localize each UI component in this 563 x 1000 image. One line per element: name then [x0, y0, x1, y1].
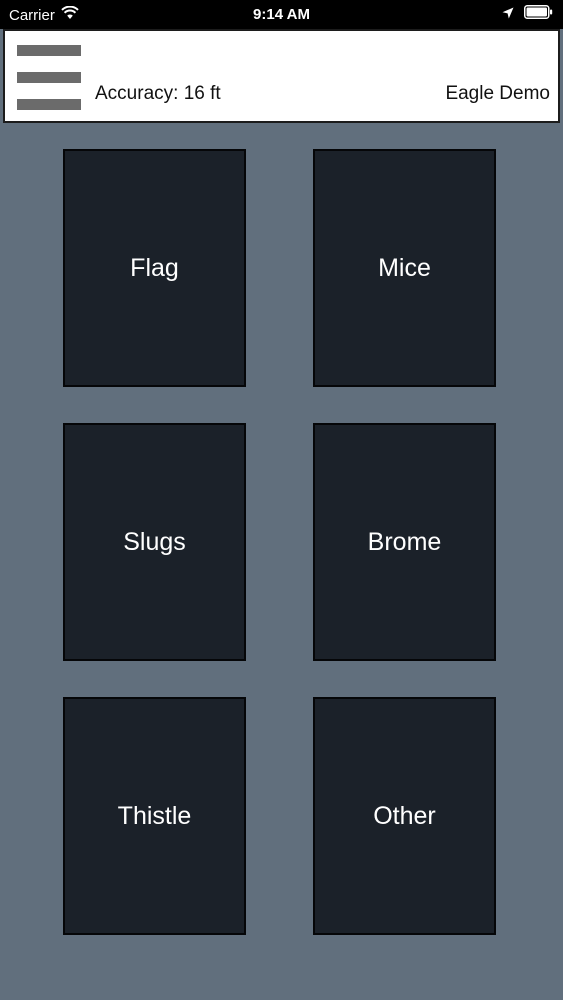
menu-bar-line	[17, 72, 81, 83]
status-time: 9:14 AM	[253, 6, 310, 23]
tile-slugs[interactable]: Slugs	[63, 423, 246, 661]
tile-label: Flag	[130, 253, 179, 282]
tile-thistle[interactable]: Thistle	[63, 697, 246, 935]
status-bar: Carrier 9:14 AM	[0, 0, 563, 29]
status-right-group	[502, 5, 553, 23]
tile-label: Brome	[367, 527, 442, 556]
tile-label: Other	[373, 801, 436, 830]
location-arrow-icon	[502, 6, 514, 23]
header-bar: Accuracy: 16 ft Eagle Demo	[3, 29, 560, 123]
tile-label: Slugs	[123, 527, 186, 556]
tile-mice[interactable]: Mice	[313, 149, 496, 387]
hamburger-menu-icon[interactable]	[17, 43, 83, 111]
accuracy-label: Accuracy: 16 ft	[95, 83, 221, 104]
app-title: Eagle Demo	[445, 83, 550, 104]
tile-flag[interactable]: Flag	[63, 149, 246, 387]
tile-label: Thistle	[117, 801, 192, 830]
tile-label: Mice	[378, 253, 431, 282]
tile-brome[interactable]: Brome	[313, 423, 496, 661]
battery-icon	[524, 5, 553, 23]
menu-bar-line	[17, 45, 81, 56]
tile-other[interactable]: Other	[313, 697, 496, 935]
menu-bar-line	[17, 99, 81, 110]
